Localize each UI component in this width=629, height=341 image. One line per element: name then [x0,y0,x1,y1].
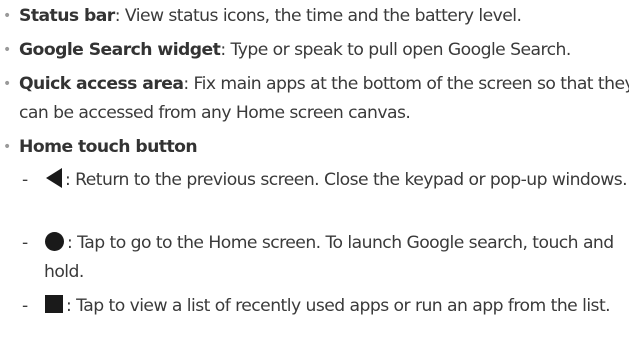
sub-item-back-text: : Return to the previous screen. Close t… [65,170,628,190]
sub-item-home-text: : Tap to go to the Home screen. To launc… [44,233,614,282]
back-triangle-icon [46,168,62,188]
list-item-quick-access-area: • Quick access area: Fix main apps at th… [0,70,629,128]
description-google-search-widget: : Type or speak to pull open Google Sear… [220,40,571,60]
home-circle-icon [45,231,64,251]
bullet: • [3,8,11,24]
list-item-home-touch-button: • Home touch button [0,133,629,162]
description-status-bar: : View status icons, the time and the ba… [114,6,522,26]
list-item-status-bar: • Status bar: View status icons, the tim… [0,2,629,31]
sub-item-recent-apps-text: : Tap to view a list of recently used ap… [66,296,611,316]
dash: - [22,296,28,316]
bullet: • [3,139,11,155]
list-item-google-search-widget: • Google Search widget: Type or speak to… [0,36,629,65]
term-status-bar: Status bar [19,6,115,26]
term-home-touch-button: Home touch button [19,137,198,157]
dash: - [22,170,28,190]
recent-apps-square-icon [45,295,63,313]
dash: - [22,233,28,253]
bullet: • [3,42,11,58]
sub-item-back: - : Return to the previous screen. Close… [19,166,629,195]
sub-item-home: - : Tap to go to the Home screen. To lau… [19,229,629,287]
term-quick-access-area: Quick access area [19,74,184,94]
term-google-search-widget: Google Search widget [19,40,221,60]
bullet: • [3,76,11,92]
sub-item-recent-apps: - : Tap to view a list of recently used … [19,292,629,321]
